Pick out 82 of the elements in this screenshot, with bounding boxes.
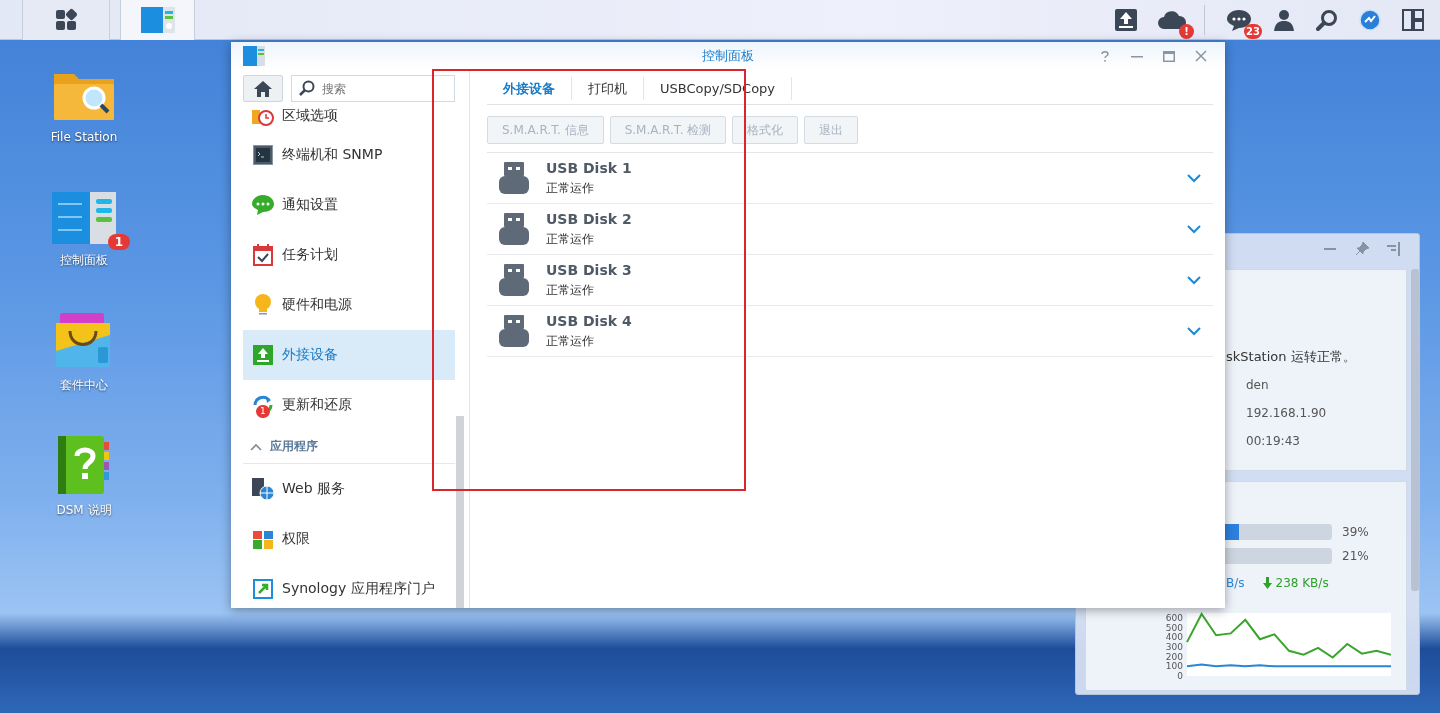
upload-icon[interactable] xyxy=(1115,8,1137,31)
usage-percent: 39% xyxy=(1342,525,1369,539)
collapse-icon[interactable] xyxy=(1387,242,1401,256)
gauge-icon[interactable] xyxy=(1359,8,1381,31)
control-panel-task-button[interactable] xyxy=(120,0,195,40)
usage-percent: 21% xyxy=(1342,549,1369,563)
sidebar-item[interactable]: 硬件和电源 xyxy=(243,280,455,330)
search-icon[interactable] xyxy=(1316,8,1338,31)
close-icon[interactable] xyxy=(1195,50,1207,62)
chevron-down-icon[interactable] xyxy=(1187,173,1201,183)
widgets-icon[interactable] xyxy=(1402,8,1424,31)
device-name: USB Disk 1 xyxy=(546,159,632,176)
search-field[interactable]: 搜索 xyxy=(291,75,455,102)
usb-drive-icon xyxy=(499,264,529,296)
caret-icon xyxy=(250,442,262,451)
notification-badge: 1 xyxy=(107,234,130,250)
window-title: 控制面板 xyxy=(702,47,754,65)
sidebar-item[interactable]: 权限 xyxy=(243,514,455,564)
sidebar-item[interactable]: 任务计划 xyxy=(243,230,455,280)
sidebar-item[interactable]: 区域选项 xyxy=(243,102,455,130)
scrollbar[interactable] xyxy=(456,416,464,608)
axis-tick-label: 400 xyxy=(1165,632,1183,643)
axis-tick-label: 500 xyxy=(1165,622,1183,633)
help-icon[interactable] xyxy=(1099,50,1111,62)
grid-icon xyxy=(54,7,78,32)
light-bulb-icon xyxy=(254,294,272,316)
control-panel-icon[interactable] xyxy=(52,192,116,244)
scrollbar[interactable] xyxy=(1411,269,1419,591)
info-value: 192.168.1.90 xyxy=(1246,405,1328,422)
axis-tick-label: 200 xyxy=(1165,651,1183,662)
download-speed: 238 KB/s xyxy=(1275,576,1329,590)
info-value: den xyxy=(1246,377,1270,394)
axis-tick-label: 0 xyxy=(1177,671,1183,680)
notification-badge: 1 xyxy=(256,405,270,418)
control-panel-icon xyxy=(140,6,175,33)
help-book-icon[interactable] xyxy=(58,436,109,494)
search-icon xyxy=(299,80,315,96)
status-text: skStation 运转正常。 xyxy=(1226,348,1357,366)
terminal-icon xyxy=(253,145,273,165)
device-status: 正常运作 xyxy=(546,332,595,350)
section-header[interactable]: 应用程序 xyxy=(243,430,455,464)
sidebar-item[interactable]: 1 更新和还原 xyxy=(243,380,455,430)
device-name: USB Disk 2 xyxy=(546,210,632,227)
download-arrow-icon xyxy=(1262,577,1272,589)
usb-drive-icon xyxy=(499,213,529,245)
home-button[interactable] xyxy=(243,75,283,102)
server-globe-icon xyxy=(252,478,274,500)
usb-drive-icon xyxy=(499,162,529,194)
pin-icon[interactable] xyxy=(1355,242,1369,256)
device-name: USB Disk 3 xyxy=(546,261,632,278)
sidebar-item[interactable]: 通知设置 xyxy=(243,180,455,230)
control-panel-icon xyxy=(243,46,265,66)
tab[interactable]: 打印机 xyxy=(572,77,644,100)
maximize-icon[interactable] xyxy=(1163,50,1175,62)
chat-bubble-icon xyxy=(252,195,274,215)
user-icon[interactable] xyxy=(1273,8,1295,31)
chevron-down-icon[interactable] xyxy=(1187,275,1201,285)
desktop-icon-label[interactable]: File Station xyxy=(50,130,118,144)
sidebar-item[interactable]: Synology 应用程序门户 xyxy=(243,564,455,608)
sidebar-item[interactable]: Web 服务 xyxy=(243,464,455,514)
tab[interactable]: 外接设备 xyxy=(487,77,572,100)
axis-tick-label: 300 xyxy=(1165,641,1183,652)
device-status: 正常运作 xyxy=(546,281,595,299)
device-status: 正常运作 xyxy=(546,179,595,197)
device-name: USB Disk 4 xyxy=(546,312,632,329)
chevron-down-icon[interactable] xyxy=(1187,224,1201,234)
info-value: 00:19:43 xyxy=(1246,433,1301,450)
axis-tick-label: 100 xyxy=(1165,661,1183,672)
sidebar-item[interactable]: 终端机和 SNMP xyxy=(243,130,455,180)
chevron-down-icon[interactable] xyxy=(1187,326,1201,336)
sidebar-item[interactable]: 外接设备 xyxy=(243,330,455,380)
calendar-check-icon xyxy=(253,244,273,266)
upload-speed: B/s xyxy=(1226,576,1245,590)
colored-squares-icon xyxy=(253,529,273,549)
main-menu-button[interactable] xyxy=(22,0,110,40)
cloud-icon[interactable] xyxy=(1158,8,1186,31)
home-icon xyxy=(254,80,272,97)
usb-drive-icon xyxy=(499,315,529,347)
notification-badge: 23 xyxy=(1244,23,1262,39)
device-status: 正常运作 xyxy=(546,230,595,248)
axis-tick-label: 600 xyxy=(1165,612,1183,623)
upload-icon xyxy=(253,345,273,365)
